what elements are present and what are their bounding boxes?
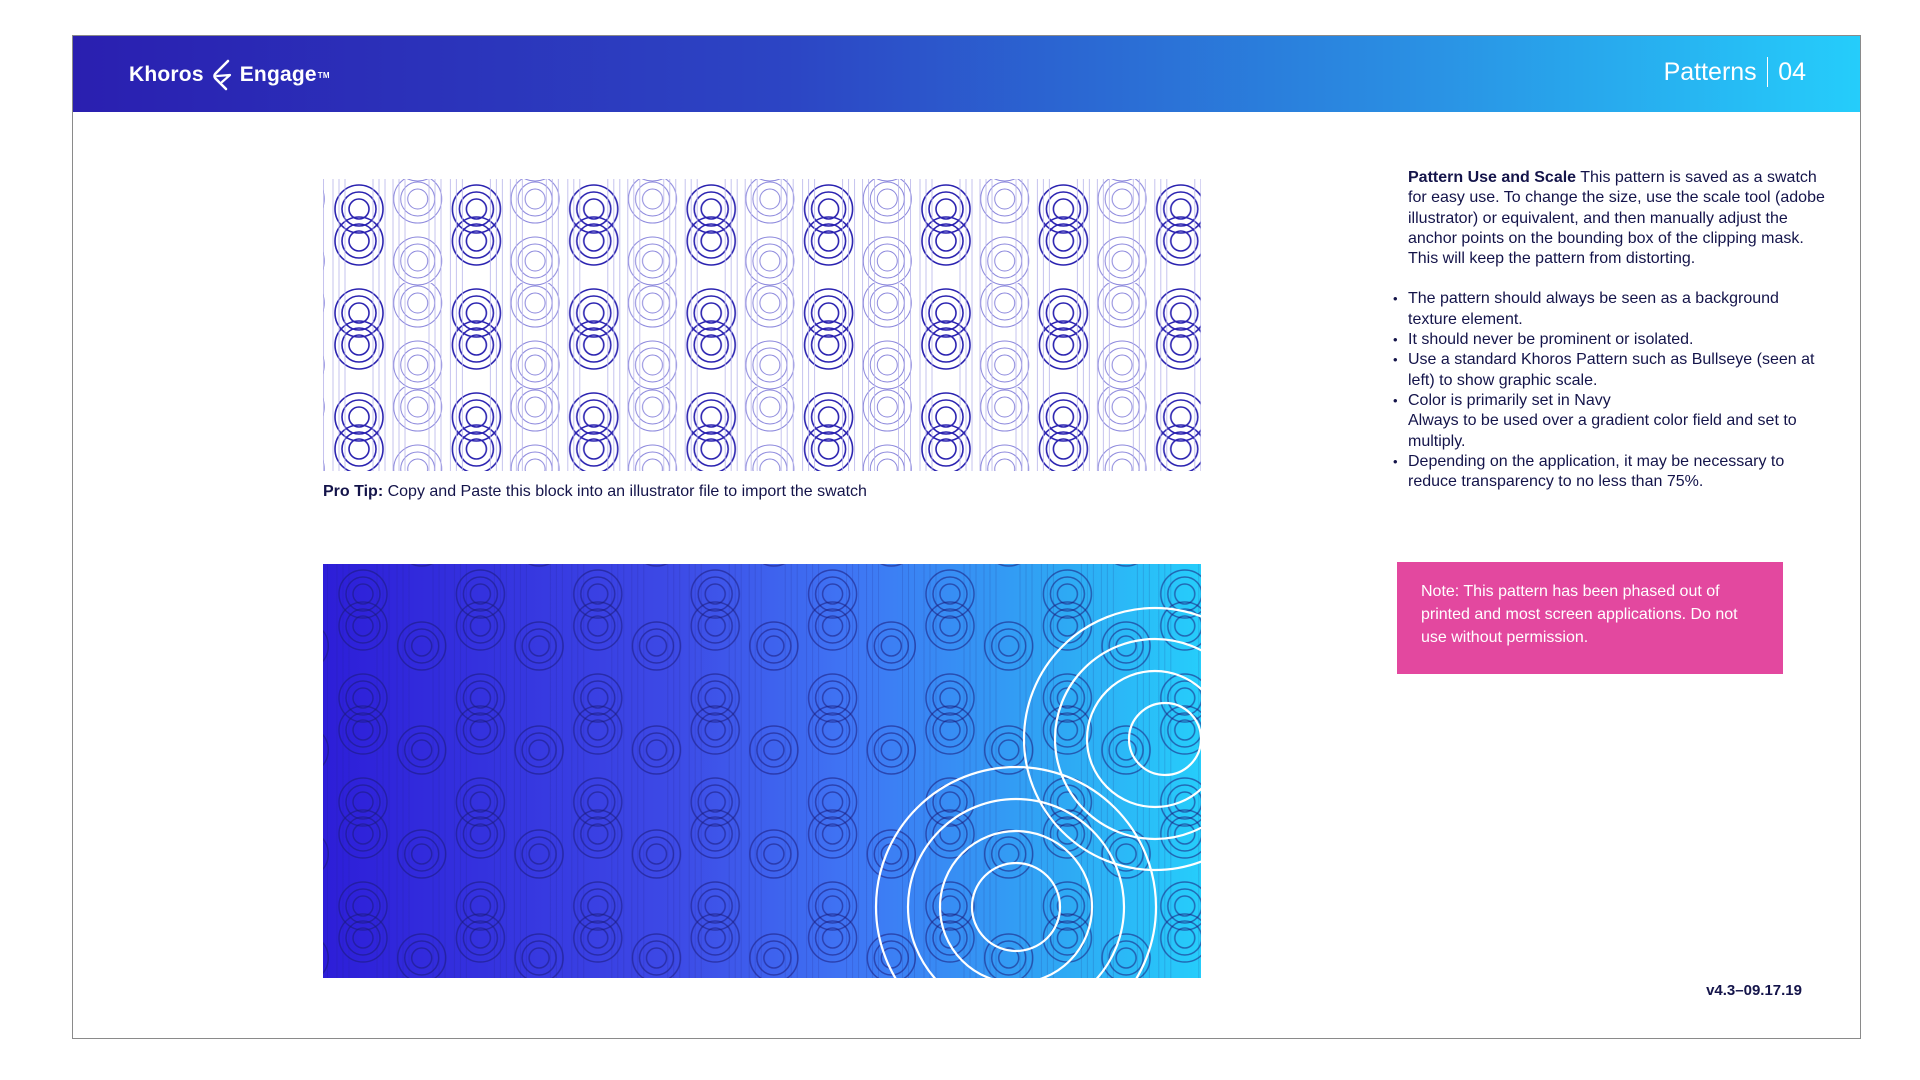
pattern-use-paragraph: Pattern Use and Scale This pattern is sa… — [1408, 168, 1828, 269]
pattern-use-heading: Pattern Use and Scale — [1408, 169, 1577, 186]
guideline-item: The pattern should always be seen as a b… — [1393, 289, 1828, 330]
phased-out-note: Note: This pattern has been phased out o… — [1397, 562, 1783, 674]
guideline-item: Use a standard Khoros Pattern such as Bu… — [1393, 350, 1828, 391]
guideline-list: The pattern should always be seen as a b… — [1393, 289, 1828, 493]
section-title: Patterns — [1663, 57, 1757, 86]
trademark: TM — [317, 70, 330, 80]
pro-tip-text: Copy and Paste this block into an illust… — [383, 483, 867, 500]
pro-tip: Pro Tip: Copy and Paste this block into … — [323, 483, 1203, 501]
slide-frame: Khoros Engage TM Patterns 04 Pro Tip: Co… — [72, 35, 1861, 1039]
pattern-use-guidelines: Pattern Use and Scale This pattern is sa… — [1393, 168, 1828, 493]
brand-right: Engage — [239, 63, 317, 86]
brand-left: Khoros — [129, 63, 204, 86]
khoros-mark-icon — [212, 59, 231, 91]
note-text: Note: This pattern has been phased out o… — [1421, 583, 1738, 646]
khoros-engage-logo: Khoros Engage TM — [129, 58, 330, 92]
page-title: Patterns 04 — [1664, 54, 1806, 90]
guideline-item: Color is primarily set in Navy Always to… — [1393, 391, 1828, 452]
pro-tip-label: Pro Tip: — [323, 483, 384, 500]
bullseye-pattern-swatch — [323, 179, 1201, 471]
bullseye-pattern-swatch-graphic — [323, 179, 1201, 471]
version-label: v4.3–09.17.19 — [1706, 982, 1802, 999]
header-bar: Khoros Engage TM Patterns 04 — [73, 36, 1860, 112]
pattern-on-gradient-graphic — [323, 564, 1201, 978]
guideline-item: Depending on the application, it may be … — [1393, 452, 1828, 493]
page-number: 04 — [1778, 57, 1806, 86]
title-divider — [1766, 57, 1769, 87]
guideline-item: It should never be prominent or isolated… — [1393, 330, 1828, 351]
pattern-on-gradient-example — [323, 564, 1201, 978]
